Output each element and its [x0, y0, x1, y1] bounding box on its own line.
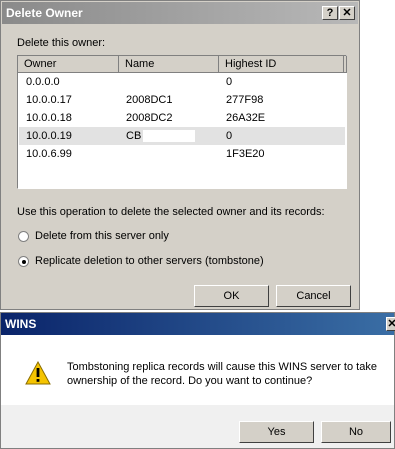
redacted-block	[143, 130, 196, 143]
dialog-titlebar: Delete Owner ? ✕	[2, 2, 358, 24]
column-header-highest-id[interactable]: Highest ID	[219, 56, 344, 73]
radio-selected-dot	[22, 260, 26, 264]
highest-id-cell: 1F3E20	[226, 148, 265, 160]
owner-cell: 10.0.6.99	[26, 148, 72, 160]
owner-cell: 10.0.0.19	[26, 130, 72, 142]
yes-button[interactable]: Yes	[239, 421, 314, 443]
highest-id-cell: 26A32E	[226, 112, 266, 124]
wins-message-box: WINS ✕ Tombstoning replica records will …	[0, 312, 395, 449]
owner-cell: 10.0.0.17	[26, 94, 72, 106]
operation-description: Use this operation to delete the selecte…	[17, 206, 325, 218]
table-row[interactable]: 10.0.6.99 1F3E20	[19, 145, 345, 163]
highest-id-cell: 0	[226, 76, 233, 88]
replicate-deletion-label[interactable]: Replicate deletion to other servers (tom…	[35, 255, 264, 267]
close-button[interactable]: ✕	[339, 6, 355, 20]
owners-list[interactable]: Owner Name Highest ID 0.0.0.0 0 10.0.0.1…	[17, 55, 347, 189]
name-cell: CB	[126, 127, 196, 145]
table-row[interactable]: 10.0.0.18 2008DC2 26A32E	[19, 109, 345, 127]
column-header-owner[interactable]: Owner	[18, 56, 119, 73]
table-row[interactable]: 0.0.0.0 0	[19, 73, 345, 91]
warning-icon	[25, 361, 51, 385]
list-label: Delete this owner:	[17, 37, 106, 49]
table-row-selected[interactable]: 10.0.0.19 CB 0	[19, 127, 345, 145]
message-text: Tombstoning replica records will cause t…	[67, 361, 377, 387]
replicate-deletion-radio[interactable]	[18, 256, 29, 267]
name-cell: 2008DC1	[126, 94, 173, 106]
owner-cell: 0.0.0.0	[26, 76, 60, 88]
no-button[interactable]: No	[321, 421, 391, 443]
message-title: WINS	[5, 317, 37, 331]
message-close-button[interactable]: ✕	[386, 317, 395, 331]
table-row[interactable]: 10.0.0.17 2008DC1 277F98	[19, 91, 345, 109]
delete-local-label[interactable]: Delete from this server only	[35, 230, 169, 242]
message-titlebar: WINS ✕	[1, 313, 395, 335]
column-header-filler	[344, 56, 347, 73]
ok-button[interactable]: OK	[194, 285, 269, 307]
highest-id-cell: 277F98	[226, 94, 264, 106]
delete-local-radio[interactable]	[18, 231, 29, 242]
cancel-button[interactable]: Cancel	[276, 285, 351, 307]
name-cell: 2008DC2	[126, 112, 173, 124]
owner-cell: 10.0.0.18	[26, 112, 72, 124]
delete-owner-dialog: Delete Owner ? ✕ Delete this owner: Owne…	[0, 0, 360, 310]
highest-id-cell: 0	[226, 130, 233, 142]
column-header-name[interactable]: Name	[119, 56, 219, 73]
help-button[interactable]: ?	[322, 6, 338, 20]
dialog-title: Delete Owner	[6, 6, 83, 20]
